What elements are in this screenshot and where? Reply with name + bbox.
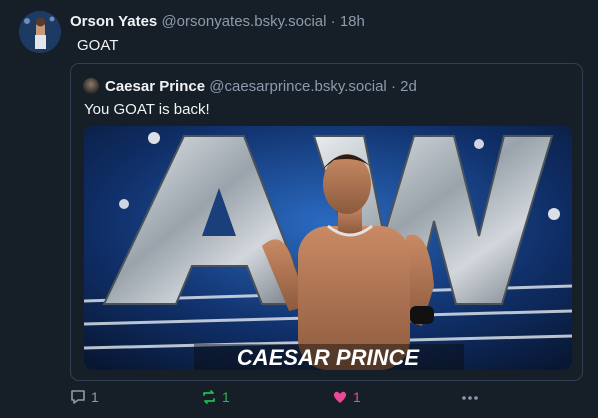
quote-header: Caesar Prince @caesarprince.bsky.social … (105, 78, 417, 95)
quote-author-handle[interactable]: @caesarprince.bsky.social (209, 78, 387, 95)
like-count: 1 (353, 389, 361, 405)
repost-button[interactable]: 1 (200, 388, 230, 406)
quote-separator: · (390, 78, 396, 95)
quote-text: You GOAT is back! (84, 101, 210, 118)
repost-count: 1 (222, 389, 230, 405)
post-author-handle[interactable]: @orsonyates.bsky.social (161, 13, 326, 30)
heart-icon (333, 391, 347, 403)
post-text: GOAT (77, 37, 119, 54)
post-separator: · (330, 13, 336, 30)
quote-time[interactable]: 2d (400, 78, 417, 95)
quote-avatar[interactable] (83, 78, 99, 94)
like-button[interactable]: 1 (331, 388, 361, 406)
image-caption: CAESAR PRINCE (237, 345, 420, 370)
post-avatar[interactable] (19, 11, 61, 53)
reply-count: 1 (91, 389, 99, 405)
post-time[interactable]: 18h (340, 13, 365, 30)
quote-image[interactable]: CAESAR PRINCE (84, 126, 572, 370)
quote-author-name[interactable]: Caesar Prince (105, 78, 205, 95)
more-options-button[interactable] (460, 388, 480, 411)
post-header: Orson Yates @orsonyates.bsky.social · 18… (70, 13, 365, 30)
reply-icon (71, 390, 85, 404)
reply-button[interactable]: 1 (69, 388, 99, 406)
action-bar: 1 1 1 (0, 388, 598, 412)
post-author-name[interactable]: Orson Yates (70, 13, 157, 30)
quoted-post[interactable]: Caesar Prince @caesarprince.bsky.social … (70, 63, 583, 381)
more-icon (462, 396, 478, 400)
repost-icon (203, 390, 215, 404)
